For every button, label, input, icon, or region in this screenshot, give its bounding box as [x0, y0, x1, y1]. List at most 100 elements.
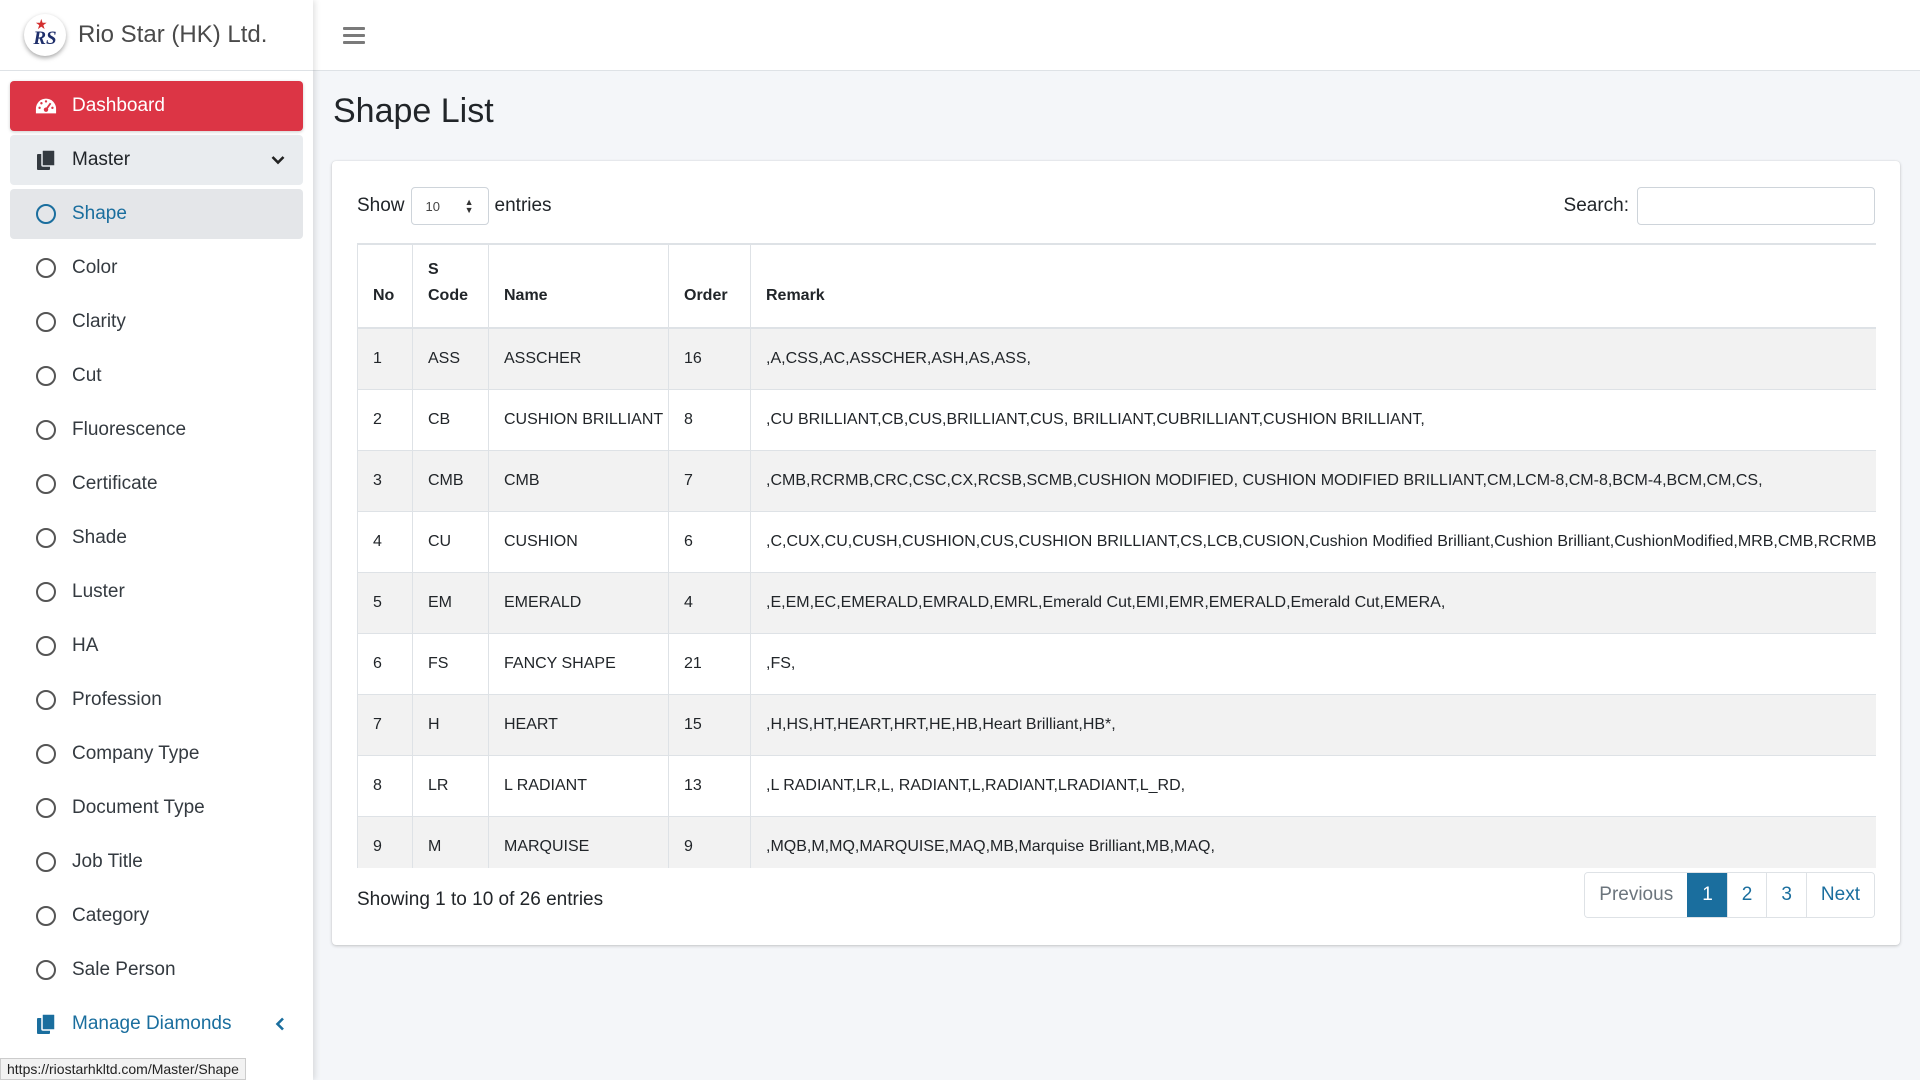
search-input[interactable]	[1637, 187, 1875, 225]
cell-no: 7	[357, 693, 413, 755]
entries-select[interactable]: 10 ▲ ▼	[410, 187, 489, 225]
sidebar-item-label: Dashboard	[72, 95, 165, 116]
top-navbar	[313, 0, 1920, 71]
circle-icon	[36, 852, 56, 872]
shape-table: No S Code Name Order Remark 1 ASS ASSCHER…	[357, 243, 1876, 868]
next-page-button[interactable]: Next	[1805, 873, 1874, 917]
cell-code: CU	[412, 510, 489, 572]
sidebar-item-label: Manage Diamonds	[72, 1013, 232, 1034]
sidebar-item-shape[interactable]: Shape	[10, 189, 303, 239]
cell-remark: ,E,EM,EC,EMERALD,EMRALD,EMRL,Emerald Cut…	[750, 571, 1876, 633]
cell-no: 8	[357, 754, 413, 816]
sidebar-item-company-type[interactable]: Company Type	[10, 729, 303, 779]
cell-order: 13	[668, 754, 751, 816]
sidebar-item-label: Profession	[72, 689, 162, 710]
sidebar-item-master[interactable]: Master	[10, 135, 303, 185]
cell-no: 1	[357, 327, 413, 389]
sidebar-item-label: Luster	[72, 581, 125, 602]
copy-files-icon	[35, 149, 57, 171]
status-bar-url: https://riostarhkltd.com/Master/Shape	[0, 1058, 246, 1080]
search-control: Search:	[1564, 187, 1875, 225]
chevron-down-icon	[271, 155, 285, 165]
cell-name: CUSHION	[488, 510, 669, 572]
sidebar-item-certificate[interactable]: Certificate	[10, 459, 303, 509]
sidebar-item-dashboard[interactable]: Dashboard	[10, 81, 303, 131]
sidebar-item-manage-diamonds[interactable]: Manage Diamonds	[10, 999, 303, 1049]
cell-no: 3	[357, 449, 413, 511]
cell-remark: ,CU BRILLIANT,CB,CUS,BRILLIANT,CUS, BRIL…	[750, 388, 1876, 450]
sidebar-item-label: Category	[72, 905, 150, 926]
cell-remark: ,C,CUX,CU,CUSH,CUSHION,CUS,CUSHION BRILL…	[750, 510, 1876, 572]
table-info: Showing 1 to 10 of 26 entries	[357, 889, 604, 910]
cell-no: 5	[357, 571, 413, 633]
sidebar-item-job-title[interactable]: Job Title	[10, 837, 303, 887]
sidebar-item-fluorescence[interactable]: Fluorescence	[10, 405, 303, 455]
column-header-code[interactable]: S Code	[412, 243, 489, 329]
sidebar-item-sale-person[interactable]: Sale Person	[10, 945, 303, 995]
cell-name: FANCY SHAPE	[488, 632, 669, 694]
cell-code: ASS	[412, 327, 489, 389]
page-3-button[interactable]: 3	[1766, 873, 1806, 917]
table-row[interactable]: 3 CMB CMB 7 ,CMB,RCRMB,CRC,CSC,CX,RCSB,S…	[357, 449, 1876, 511]
sidebar-item-color[interactable]: Color	[10, 243, 303, 293]
cell-no: 2	[357, 388, 413, 450]
cell-order: 16	[668, 327, 751, 389]
copy-files-icon	[35, 1013, 57, 1035]
sidebar-item-label: Master	[72, 149, 131, 170]
previous-page-button[interactable]: Previous	[1585, 873, 1688, 917]
sidebar-item-label: Document Type	[72, 797, 205, 818]
page-2-button[interactable]: 2	[1726, 873, 1767, 917]
cell-code: FS	[412, 632, 489, 694]
chevron-left-icon	[275, 1017, 285, 1031]
circle-icon	[36, 366, 56, 386]
sidebar-item-category[interactable]: Category	[10, 891, 303, 941]
cell-remark: ,CMB,RCRMB,CRC,CSC,CX,RCSB,SCMB,CUSHION …	[750, 449, 1876, 511]
sidebar-item-label: Cut	[72, 365, 102, 386]
sidebar-item-label: HA	[72, 635, 99, 656]
table-row[interactable]: 2 CB CUSHION BRILLIANT 8 ,CU BRILLIANT,C…	[357, 388, 1876, 450]
sidebar-item-label: Color	[72, 257, 118, 278]
column-header-no[interactable]: No	[357, 243, 413, 329]
sidebar-item-cut[interactable]: Cut	[10, 351, 303, 401]
sidebar-item-clarity[interactable]: Clarity	[10, 297, 303, 347]
shape-list-card: Show 10 ▲ ▼ entries Search: No S Code Name…	[332, 161, 1900, 945]
sidebar-item-shade[interactable]: Shade	[10, 513, 303, 563]
search-label: Search:	[1563, 195, 1629, 216]
circle-icon	[36, 690, 56, 710]
sidebar-item-label: Job Title	[72, 851, 143, 872]
table-header-row: No S Code Name Order Remark	[357, 243, 1876, 329]
sidebar-item-label: Certificate	[72, 473, 158, 494]
sidebar-item-luster[interactable]: Luster	[10, 567, 303, 617]
cell-order: 8	[668, 388, 751, 450]
column-header-name[interactable]: Name	[488, 243, 669, 329]
table-row[interactable]: 8 LR L RADIANT 13 ,L RADIANT,LR,L, RADIA…	[357, 754, 1876, 816]
circle-icon	[36, 906, 56, 926]
cell-code: M	[412, 815, 489, 868]
page-1-button[interactable]: 1	[1687, 873, 1727, 917]
sidebar-item-label: Company Type	[72, 743, 200, 764]
table-row[interactable]: 4 CU CUSHION 6 ,C,CUX,CU,CUSH,CUSHION,CU…	[357, 510, 1876, 572]
cell-no: 6	[357, 632, 413, 694]
table-row[interactable]: 7 H HEART 15 ,H,HS,HT,HEART,HRT,HE,HB,He…	[357, 693, 1876, 755]
select-arrows-icon: ▲ ▼	[464, 197, 474, 215]
menu-toggle-icon[interactable]	[343, 26, 365, 44]
sidebar-item-label: Sale Person	[72, 959, 176, 980]
sidebar-item-ha[interactable]: HA	[10, 621, 303, 671]
table-row[interactable]: 1 ASS ASSCHER 16 ,A,CSS,AC,ASSCHER,ASH,A…	[357, 327, 1876, 389]
table-row[interactable]: 6 FS FANCY SHAPE 21 ,FS,	[357, 632, 1876, 694]
brand-link[interactable]: ★ RS Rio Star (HK) Ltd.	[0, 0, 313, 71]
cell-remark: ,MQB,M,MQ,MARQUISE,MAQ,MB,Marquise Brill…	[750, 815, 1876, 868]
circle-icon	[36, 582, 56, 602]
shape-table-wrapper[interactable]: No S Code Name Order Remark 1 ASS ASSCHER…	[357, 243, 1876, 868]
cell-order: 21	[668, 632, 751, 694]
column-header-order[interactable]: Order	[668, 243, 751, 329]
sidebar-item-profession[interactable]: Profession	[10, 675, 303, 725]
cell-remark: ,H,HS,HT,HEART,HRT,HE,HB,Heart Brilliant…	[750, 693, 1876, 755]
circle-icon	[36, 744, 56, 764]
table-row[interactable]: 9 M MARQUISE 9 ,MQB,M,MQ,MARQUISE,MAQ,MB…	[357, 815, 1876, 868]
table-row[interactable]: 5 EM EMERALD 4 ,E,EM,EC,EMERALD,EMRALD,E…	[357, 571, 1876, 633]
entries-select-value: 10	[425, 198, 440, 214]
cell-code: CMB	[412, 449, 489, 511]
sidebar-item-document-type[interactable]: Document Type	[10, 783, 303, 833]
column-header-remark[interactable]: Remark	[750, 243, 1876, 329]
